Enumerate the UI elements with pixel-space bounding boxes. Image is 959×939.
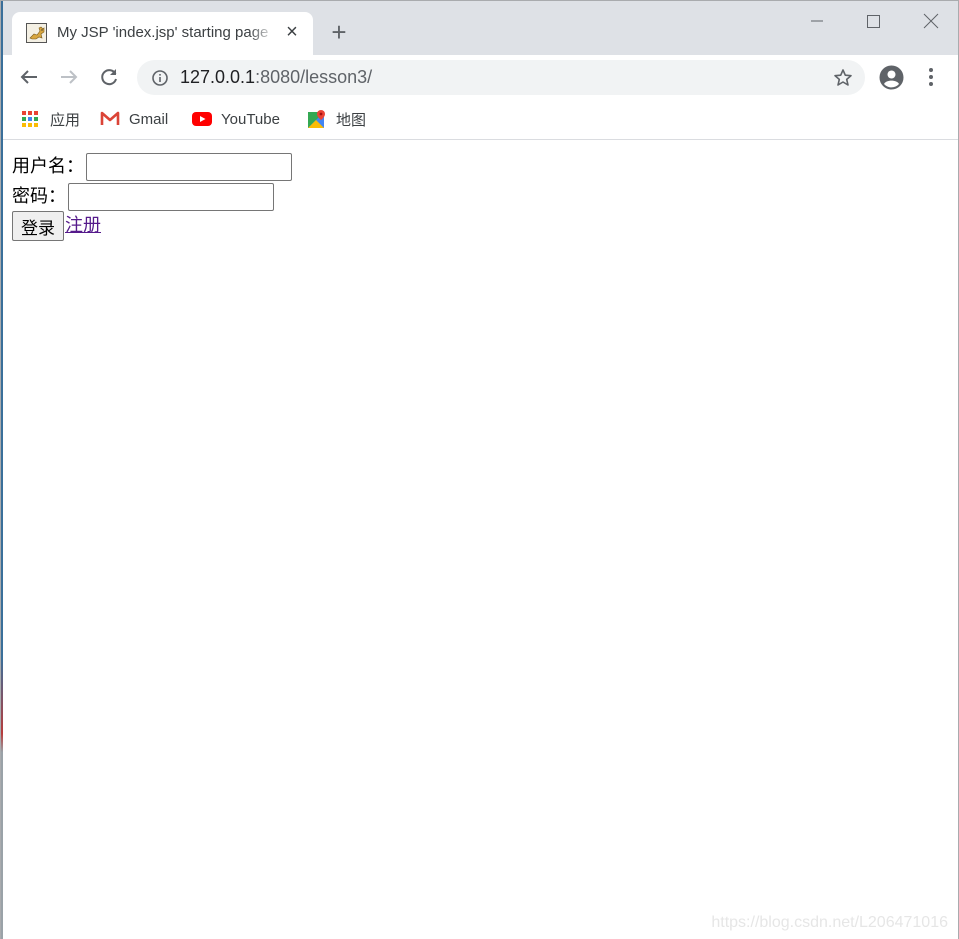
register-link[interactable]: 注册 (65, 211, 101, 241)
info-icon[interactable] (151, 69, 169, 87)
bookmark-label: YouTube (221, 110, 280, 128)
actions-row: 登录 注册 (12, 211, 101, 241)
password-input[interactable] (68, 183, 274, 211)
arrow-left-icon[interactable] (17, 65, 41, 89)
reload-icon[interactable] (97, 65, 121, 89)
tab-active[interactable]: My JSP 'index.jsp' starting page × (12, 12, 313, 55)
browser-toolbar: 127.0.0.1:8080/lesson3/ (1, 55, 958, 99)
bookmark-label: Gmail (129, 110, 169, 128)
maps-icon (307, 109, 327, 129)
plus-icon[interactable]: + (327, 19, 351, 45)
bookmark-maps[interactable]: 地图 (307, 108, 366, 130)
more-vert-icon[interactable] (921, 66, 941, 88)
tab-title: My JSP 'index.jsp' starting page (57, 24, 269, 41)
bookmark-youtube[interactable]: YouTube (192, 108, 280, 130)
address-bar[interactable]: 127.0.0.1:8080/lesson3/ (137, 60, 865, 95)
account-icon[interactable] (879, 65, 904, 90)
tomcat-icon (26, 23, 47, 43)
bookmark-label: 地图 (336, 111, 367, 129)
youtube-icon (192, 109, 212, 129)
tab-strip: My JSP 'index.jsp' starting page × + (1, 1, 958, 55)
apps-grid-icon (21, 109, 41, 129)
bookmark-gmail[interactable]: Gmail (100, 108, 168, 130)
url-host: 127.0.0.1 (180, 67, 256, 87)
close-tab-icon[interactable]: × (283, 22, 301, 42)
window-close-icon[interactable] (919, 9, 943, 33)
username-row: 用户名： (12, 153, 292, 181)
username-label: 用户名： (12, 156, 84, 177)
login-button[interactable]: 登录 (12, 211, 64, 241)
username-input[interactable] (86, 153, 292, 181)
bookmark-label: 应用 (50, 111, 81, 129)
url-text[interactable]: 127.0.0.1:8080/lesson3/ (180, 67, 372, 88)
watermark: https://blog.csdn.net/L206471016 (711, 914, 948, 931)
bookmarks-bar: 应用 Gmail YouTube 地图 (1, 99, 958, 140)
background-window-edge (1, 1, 3, 939)
gmail-icon (100, 109, 120, 129)
page-content: 用户名： 密码： 登录 注册 https://blog.csdn.net/L20… (1, 141, 958, 939)
star-icon[interactable] (833, 68, 853, 88)
url-path: :8080/lesson3/ (255, 67, 373, 87)
password-label: 密码： (12, 186, 66, 207)
arrow-right-icon[interactable] (57, 65, 81, 89)
password-row: 密码： (12, 183, 274, 211)
bookmark-apps[interactable]: 应用 (21, 108, 80, 130)
browser-window: My JSP 'index.jsp' starting page × + 127… (0, 0, 959, 939)
maximize-icon[interactable] (861, 9, 885, 33)
minimize-icon[interactable] (805, 9, 829, 33)
